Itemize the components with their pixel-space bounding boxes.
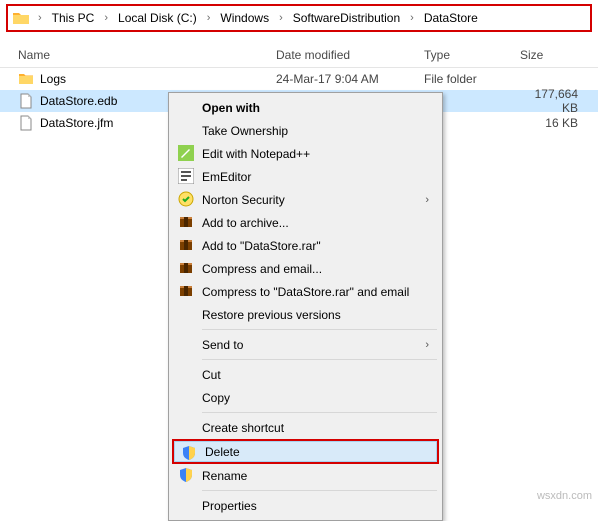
context-menu: Open with Take Ownership Edit with Notep… <box>168 92 443 521</box>
winrar-icon <box>178 237 194 253</box>
ctx-send-to[interactable]: Send to › <box>172 333 439 356</box>
chevron-right-icon[interactable]: › <box>406 12 418 24</box>
folder-icon <box>12 9 30 27</box>
folder-icon <box>18 71 34 87</box>
menu-separator <box>202 329 437 330</box>
file-icon <box>18 93 34 109</box>
ctx-compress-email[interactable]: Compress and email... <box>172 257 439 280</box>
menu-separator <box>202 359 437 360</box>
ctx-delete[interactable]: Delete <box>174 441 437 462</box>
file-name: DataStore.edb <box>40 94 117 108</box>
ctx-emeditor[interactable]: EmEditor <box>172 165 439 188</box>
address-breadcrumb[interactable]: › This PC › Local Disk (C:) › Windows › … <box>6 4 592 32</box>
chevron-right-icon[interactable]: › <box>100 12 112 24</box>
highlight-annotation: Delete <box>172 439 439 464</box>
watermark: wsxdn.com <box>537 490 592 502</box>
file-type: File folder <box>424 72 520 86</box>
breadcrumb-item[interactable]: Windows <box>214 9 275 27</box>
winrar-icon <box>178 260 194 276</box>
ctx-create-shortcut[interactable]: Create shortcut <box>172 416 439 439</box>
shield-icon <box>181 445 197 461</box>
ctx-take-ownership[interactable]: Take Ownership <box>172 119 439 142</box>
menu-separator <box>202 490 437 491</box>
file-date: 24-Mar-17 9:04 AM <box>276 72 424 86</box>
list-item[interactable]: Logs 24-Mar-17 9:04 AM File folder <box>0 68 598 90</box>
ctx-rename[interactable]: Rename <box>172 464 439 487</box>
ctx-copy[interactable]: Copy <box>172 386 439 409</box>
chevron-right-icon: › <box>425 339 429 351</box>
norton-icon <box>178 191 194 207</box>
menu-separator <box>202 412 437 413</box>
shield-icon <box>178 467 194 483</box>
ctx-add-to-archive[interactable]: Add to archive... <box>172 211 439 234</box>
file-icon <box>18 115 34 131</box>
breadcrumb-item[interactable]: DataStore <box>418 9 484 27</box>
emeditor-icon <box>178 168 194 184</box>
column-header-date[interactable]: Date modified <box>276 48 424 62</box>
breadcrumb-item[interactable]: This PC <box>46 9 101 27</box>
chevron-right-icon[interactable]: › <box>203 12 215 24</box>
chevron-right-icon[interactable]: › <box>275 12 287 24</box>
ctx-properties[interactable]: Properties <box>172 494 439 517</box>
ctx-cut[interactable]: Cut <box>172 363 439 386</box>
chevron-right-icon[interactable]: › <box>34 12 46 24</box>
file-size: 16 KB <box>520 116 582 130</box>
column-header-name[interactable]: Name <box>0 48 276 62</box>
column-header-size[interactable]: Size <box>520 48 592 62</box>
ctx-edit-notepadpp[interactable]: Edit with Notepad++ <box>172 142 439 165</box>
file-name: Logs <box>40 72 66 86</box>
column-header-type[interactable]: Type <box>424 48 520 62</box>
ctx-restore-previous[interactable]: Restore previous versions <box>172 303 439 326</box>
breadcrumb-item[interactable]: Local Disk (C:) <box>112 9 203 27</box>
ctx-open-with[interactable]: Open with <box>172 96 439 119</box>
winrar-icon <box>178 214 194 230</box>
notepadpp-icon <box>178 145 194 161</box>
chevron-right-icon: › <box>425 194 429 206</box>
winrar-icon <box>178 283 194 299</box>
ctx-compress-rar-email[interactable]: Compress to "DataStore.rar" and email <box>172 280 439 303</box>
ctx-norton-security[interactable]: Norton Security › <box>172 188 439 211</box>
column-headers: Name Date modified Type Size <box>0 42 598 68</box>
ctx-add-to-rar[interactable]: Add to "DataStore.rar" <box>172 234 439 257</box>
file-size: 177,664 KB <box>520 87 582 115</box>
file-name: DataStore.jfm <box>40 116 113 130</box>
breadcrumb-item[interactable]: SoftwareDistribution <box>287 9 406 27</box>
